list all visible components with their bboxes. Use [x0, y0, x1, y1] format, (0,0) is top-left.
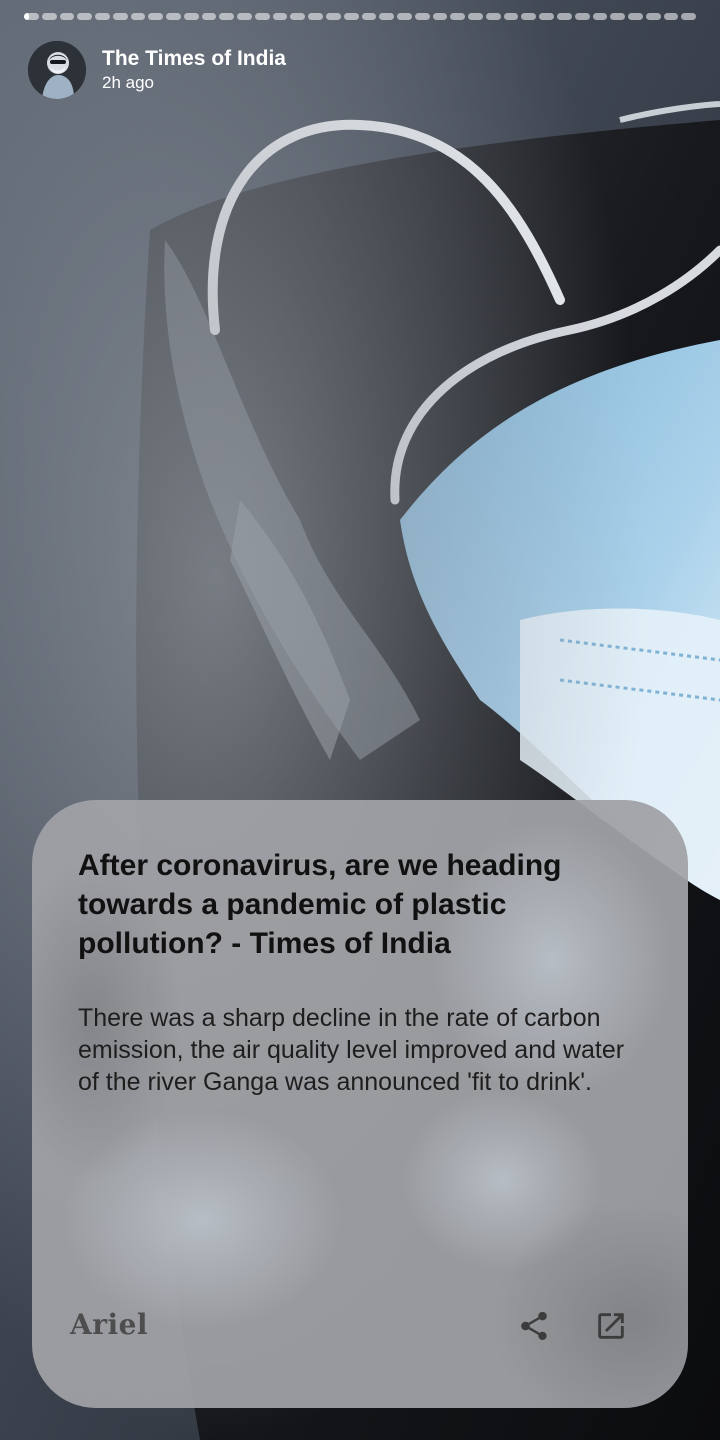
story-progress-segment [574, 12, 590, 20]
story-progress-segment [254, 12, 270, 20]
publish-time: 2h ago [102, 73, 154, 92]
story-progress-segment [397, 12, 412, 20]
story-progress-fill [24, 12, 30, 20]
story-progress-segment [272, 12, 288, 20]
story-screen[interactable]: The Times of India 2h ago After coronavi… [0, 0, 720, 1440]
story-progress-segment [326, 12, 341, 20]
story-progress-segment [183, 12, 199, 20]
story-progress-segment [468, 12, 483, 20]
story-progress-segment [539, 12, 554, 20]
story-progress-segment [95, 12, 110, 20]
story-progress-segment [130, 12, 146, 20]
story-progress-segment [414, 12, 430, 20]
story-progress-segment [645, 12, 661, 20]
story-progress-segment [290, 12, 306, 20]
story-progress-bar [24, 12, 697, 20]
story-progress-segment [148, 12, 164, 20]
app-brand-logo: Ariel [70, 1308, 149, 1341]
story-progress-segment [432, 12, 448, 20]
open-in-new-icon [598, 1313, 624, 1339]
story-progress-segment [112, 12, 128, 20]
story-progress-segment [24, 12, 39, 20]
story-progress-segment [503, 12, 519, 20]
story-progress-segment [219, 12, 235, 20]
story-progress-segment [59, 12, 75, 20]
publisher-name[interactable]: The Times of India [102, 46, 286, 72]
publisher-avatar[interactable] [28, 41, 86, 99]
story-progress-segment [521, 12, 537, 20]
story-progress-segment [379, 12, 395, 20]
story-progress-segment [610, 12, 626, 20]
share-icon [521, 1311, 547, 1341]
share-button[interactable] [514, 1306, 554, 1346]
story-progress-segment [450, 12, 466, 20]
article-headline[interactable]: After coronavirus, are we heading toward… [78, 846, 638, 963]
story-progress-segment [681, 12, 697, 20]
article-summary: There was a sharp decline in the rate of… [78, 1004, 625, 1096]
story-progress-segment [361, 12, 377, 20]
publisher-header[interactable]: The Times of India 2h ago [28, 40, 286, 100]
story-progress-segment [343, 12, 359, 20]
story-progress-segment [237, 12, 252, 20]
story-progress-segment [41, 12, 57, 20]
open-in-browser-button[interactable] [591, 1306, 631, 1346]
story-progress-segment [485, 12, 501, 20]
story-progress-segment [556, 12, 572, 20]
story-progress-segment [592, 12, 608, 20]
story-progress-segment [663, 12, 679, 20]
article-card[interactable]: After coronavirus, are we heading toward… [32, 800, 688, 1408]
story-progress-segment [77, 12, 93, 20]
story-progress-segment [628, 12, 643, 20]
story-progress-segment [308, 12, 324, 20]
story-progress-segment [201, 12, 217, 20]
story-progress-segment [166, 12, 181, 20]
